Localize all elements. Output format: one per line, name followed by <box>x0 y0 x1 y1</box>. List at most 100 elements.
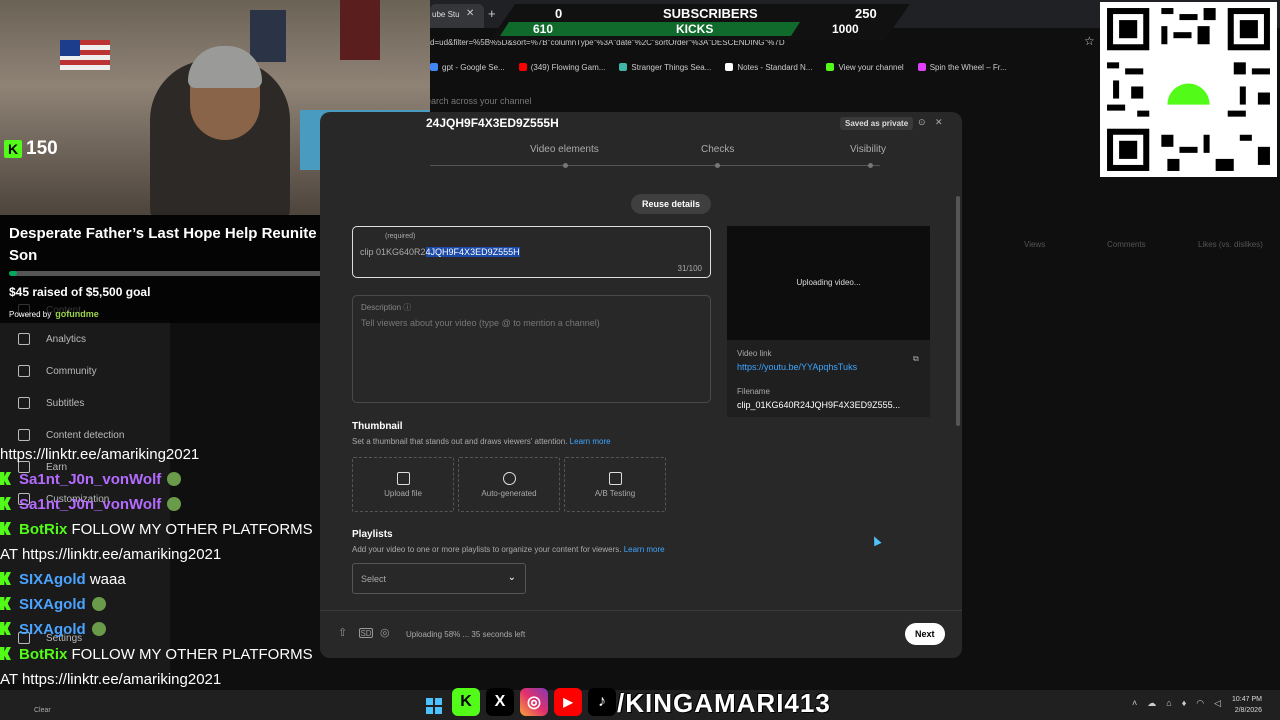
bookmark-label: Spin the Wheel – Fr... <box>929 62 1007 72</box>
playlists-heading: Playlists <box>352 529 393 540</box>
chat-message: Sa1nt_J0n_vonWolf <box>0 492 320 517</box>
sparkle-icon <box>502 472 516 485</box>
auto-generated-label: Auto-generated <box>481 489 537 498</box>
sidebar-item-content-detection[interactable]: Content detection <box>18 429 124 441</box>
reuse-details-button[interactable]: Reuse details <box>631 194 712 214</box>
stream-chat: https://linktr.ee/amariking2021 Sa1nt_J0n… <box>0 442 320 692</box>
clock-date: 2/8/2026 <box>1234 707 1262 714</box>
kick-icon: K <box>452 688 480 716</box>
clock-time: 10:47 PM <box>1232 696 1262 703</box>
step-dot <box>563 163 568 168</box>
tab-title: ube Stu <box>432 10 460 19</box>
dialog-scrollbar[interactable] <box>956 196 960 426</box>
title-field-value[interactable]: clip 01KG640R24JQH9F4X3ED9Z555H <box>360 247 520 257</box>
title-char-count: 31/100 <box>677 264 702 273</box>
clock[interactable]: 10:47 PM 2/8/2026 <box>1232 694 1262 716</box>
new-tab-icon[interactable]: + <box>488 6 496 21</box>
upload-file-label: Upload file <box>384 489 422 498</box>
gofundme-progress-fill <box>9 271 18 276</box>
step-video-elements[interactable]: Video elements <box>530 144 599 155</box>
playlists-subtitle: Add your video to one or more playlists … <box>352 545 665 554</box>
chat-username[interactable]: BotRix <box>19 521 67 538</box>
step-visibility[interactable]: Visibility <box>850 144 886 155</box>
kick-count-value: 150 <box>26 138 58 159</box>
chat-username[interactable]: SIXAgold <box>19 596 86 613</box>
sidebar-item-community[interactable]: Community <box>18 365 97 377</box>
bookmark-label: View your channel <box>838 62 904 72</box>
kicks-label: KICKS <box>676 22 714 36</box>
bookmark-item[interactable]: Spin the Wheel – Fr... <box>917 62 1007 72</box>
chat-message: https://linktr.ee/amariking2021 <box>0 442 320 467</box>
chevron-up-icon[interactable]: ˄ <box>1132 698 1137 709</box>
bookmark-favicon-icon <box>430 63 438 71</box>
close-icon[interactable]: ✕ <box>935 117 943 128</box>
playlist-select[interactable]: Select ⌄ <box>352 563 526 594</box>
chevron-down-icon: ⌄ <box>507 572 516 583</box>
step-checks[interactable]: Checks <box>701 144 734 155</box>
kick-badge-icon <box>0 472 11 485</box>
copy-icon[interactable]: ⧉ <box>913 354 919 364</box>
video-link[interactable]: https://youtu.be/YYApqhsTuks <box>737 362 857 372</box>
kick-badge-icon <box>0 597 11 610</box>
title-field-label: (required) <box>385 233 416 240</box>
chat-username[interactable]: Sa1nt_J0n_vonWolf <box>19 471 161 488</box>
sidebar-item-subtitles[interactable]: Subtitles <box>18 397 84 409</box>
emote-icon <box>91 622 106 636</box>
upload-icon[interactable]: ⇧ <box>338 626 351 639</box>
wifi-icon[interactable]: ◠ <box>1196 698 1204 709</box>
volume-icon[interactable]: ◁ <box>1214 698 1221 709</box>
windows-start-icon[interactable] <box>426 698 442 714</box>
community-icon <box>18 365 30 377</box>
chat-message: BotRix FOLLOW MY OTHER PLATFORMS AT http… <box>0 517 320 567</box>
gofundme-logo: gofundme <box>55 309 99 319</box>
ab-test-icon <box>608 472 622 485</box>
description-field[interactable]: Description ⓘ Tell viewers about your vi… <box>352 295 711 403</box>
thumbnail-learn-more-link[interactable]: Learn more <box>570 437 611 446</box>
copyright-icon <box>18 429 30 441</box>
channel-search-input[interactable]: earch across your channel <box>426 92 896 112</box>
subtitles-icon <box>18 397 30 409</box>
qr-code <box>1100 2 1277 177</box>
emote-icon <box>167 497 182 511</box>
help-icon[interactable]: ⓘ <box>403 303 411 312</box>
ab-testing-button[interactable]: A/B Testing <box>564 457 666 512</box>
powered-by-label: Powered by <box>9 309 52 319</box>
chat-username[interactable]: SIXAgold <box>19 571 86 588</box>
upload-status: Uploading 58% ... 35 seconds left <box>406 630 526 639</box>
bookmark-label: (349) Flowing Gam... <box>530 62 606 72</box>
feedback-icon[interactable]: ⊙ <box>918 117 926 128</box>
bookmark-favicon-icon <box>917 63 926 71</box>
upload-dialog: 24JQH9F4X3ED9Z555H Saved as private ⊙ ✕ … <box>320 112 962 658</box>
next-button[interactable]: Next <box>905 623 945 645</box>
uploading-video-text: Uploading video... <box>796 278 861 287</box>
cloud-icon[interactable]: ☁ <box>1147 698 1156 709</box>
mic-icon[interactable]: ♦ <box>1182 698 1187 709</box>
sidebar-item-analytics[interactable]: Analytics <box>18 333 86 345</box>
tab-close-icon[interactable]: ✕ <box>466 8 474 19</box>
bookmark-star-icon[interactable]: ☆ <box>1084 34 1095 48</box>
upload-file-button[interactable]: Upload file <box>352 457 454 512</box>
title-text-selected: 4JQH9F4X3ED9Z555H <box>425 247 520 257</box>
bookmark-item[interactable]: (349) Flowing Gam... <box>518 62 606 72</box>
chat-username[interactable]: BotRix <box>19 646 67 663</box>
playlists-learn-more-link[interactable]: Learn more <box>624 545 665 554</box>
chat-username[interactable]: Sa1nt_J0n_vonWolf <box>19 496 161 513</box>
chat-username[interactable]: SIXAgold <box>19 621 86 638</box>
bookmark-item[interactable]: Notes - Standard N... <box>725 63 812 72</box>
title-field[interactable]: (required) clip 01KG640R24JQH9F4X3ED9Z55… <box>352 226 711 278</box>
bookmark-item[interactable]: Stranger Things Sea... <box>619 63 711 72</box>
bookmark-item[interactable]: View your channel <box>826 62 904 72</box>
flag-canton <box>60 40 80 56</box>
youtube-icon: ▶ <box>554 688 582 716</box>
image-add-icon <box>396 472 410 485</box>
x-icon: X <box>486 688 514 716</box>
bookmark-favicon-icon <box>518 63 527 71</box>
social-icons: K X ◎ ▶ ♪ <box>452 688 616 716</box>
playlists-sub-text: Add your video to one or more playlists … <box>352 545 622 554</box>
tab-studio[interactable]: ube Stu <box>430 4 484 28</box>
streamer-handle: /KINGAMARI413 <box>617 688 831 718</box>
auto-generated-button[interactable]: Auto-generated <box>458 457 560 512</box>
bookmark-item[interactable]: gpt - Google Se... <box>430 63 505 72</box>
network-icon[interactable]: ⌂ <box>1166 698 1171 709</box>
sd-icon: SD <box>359 628 373 638</box>
